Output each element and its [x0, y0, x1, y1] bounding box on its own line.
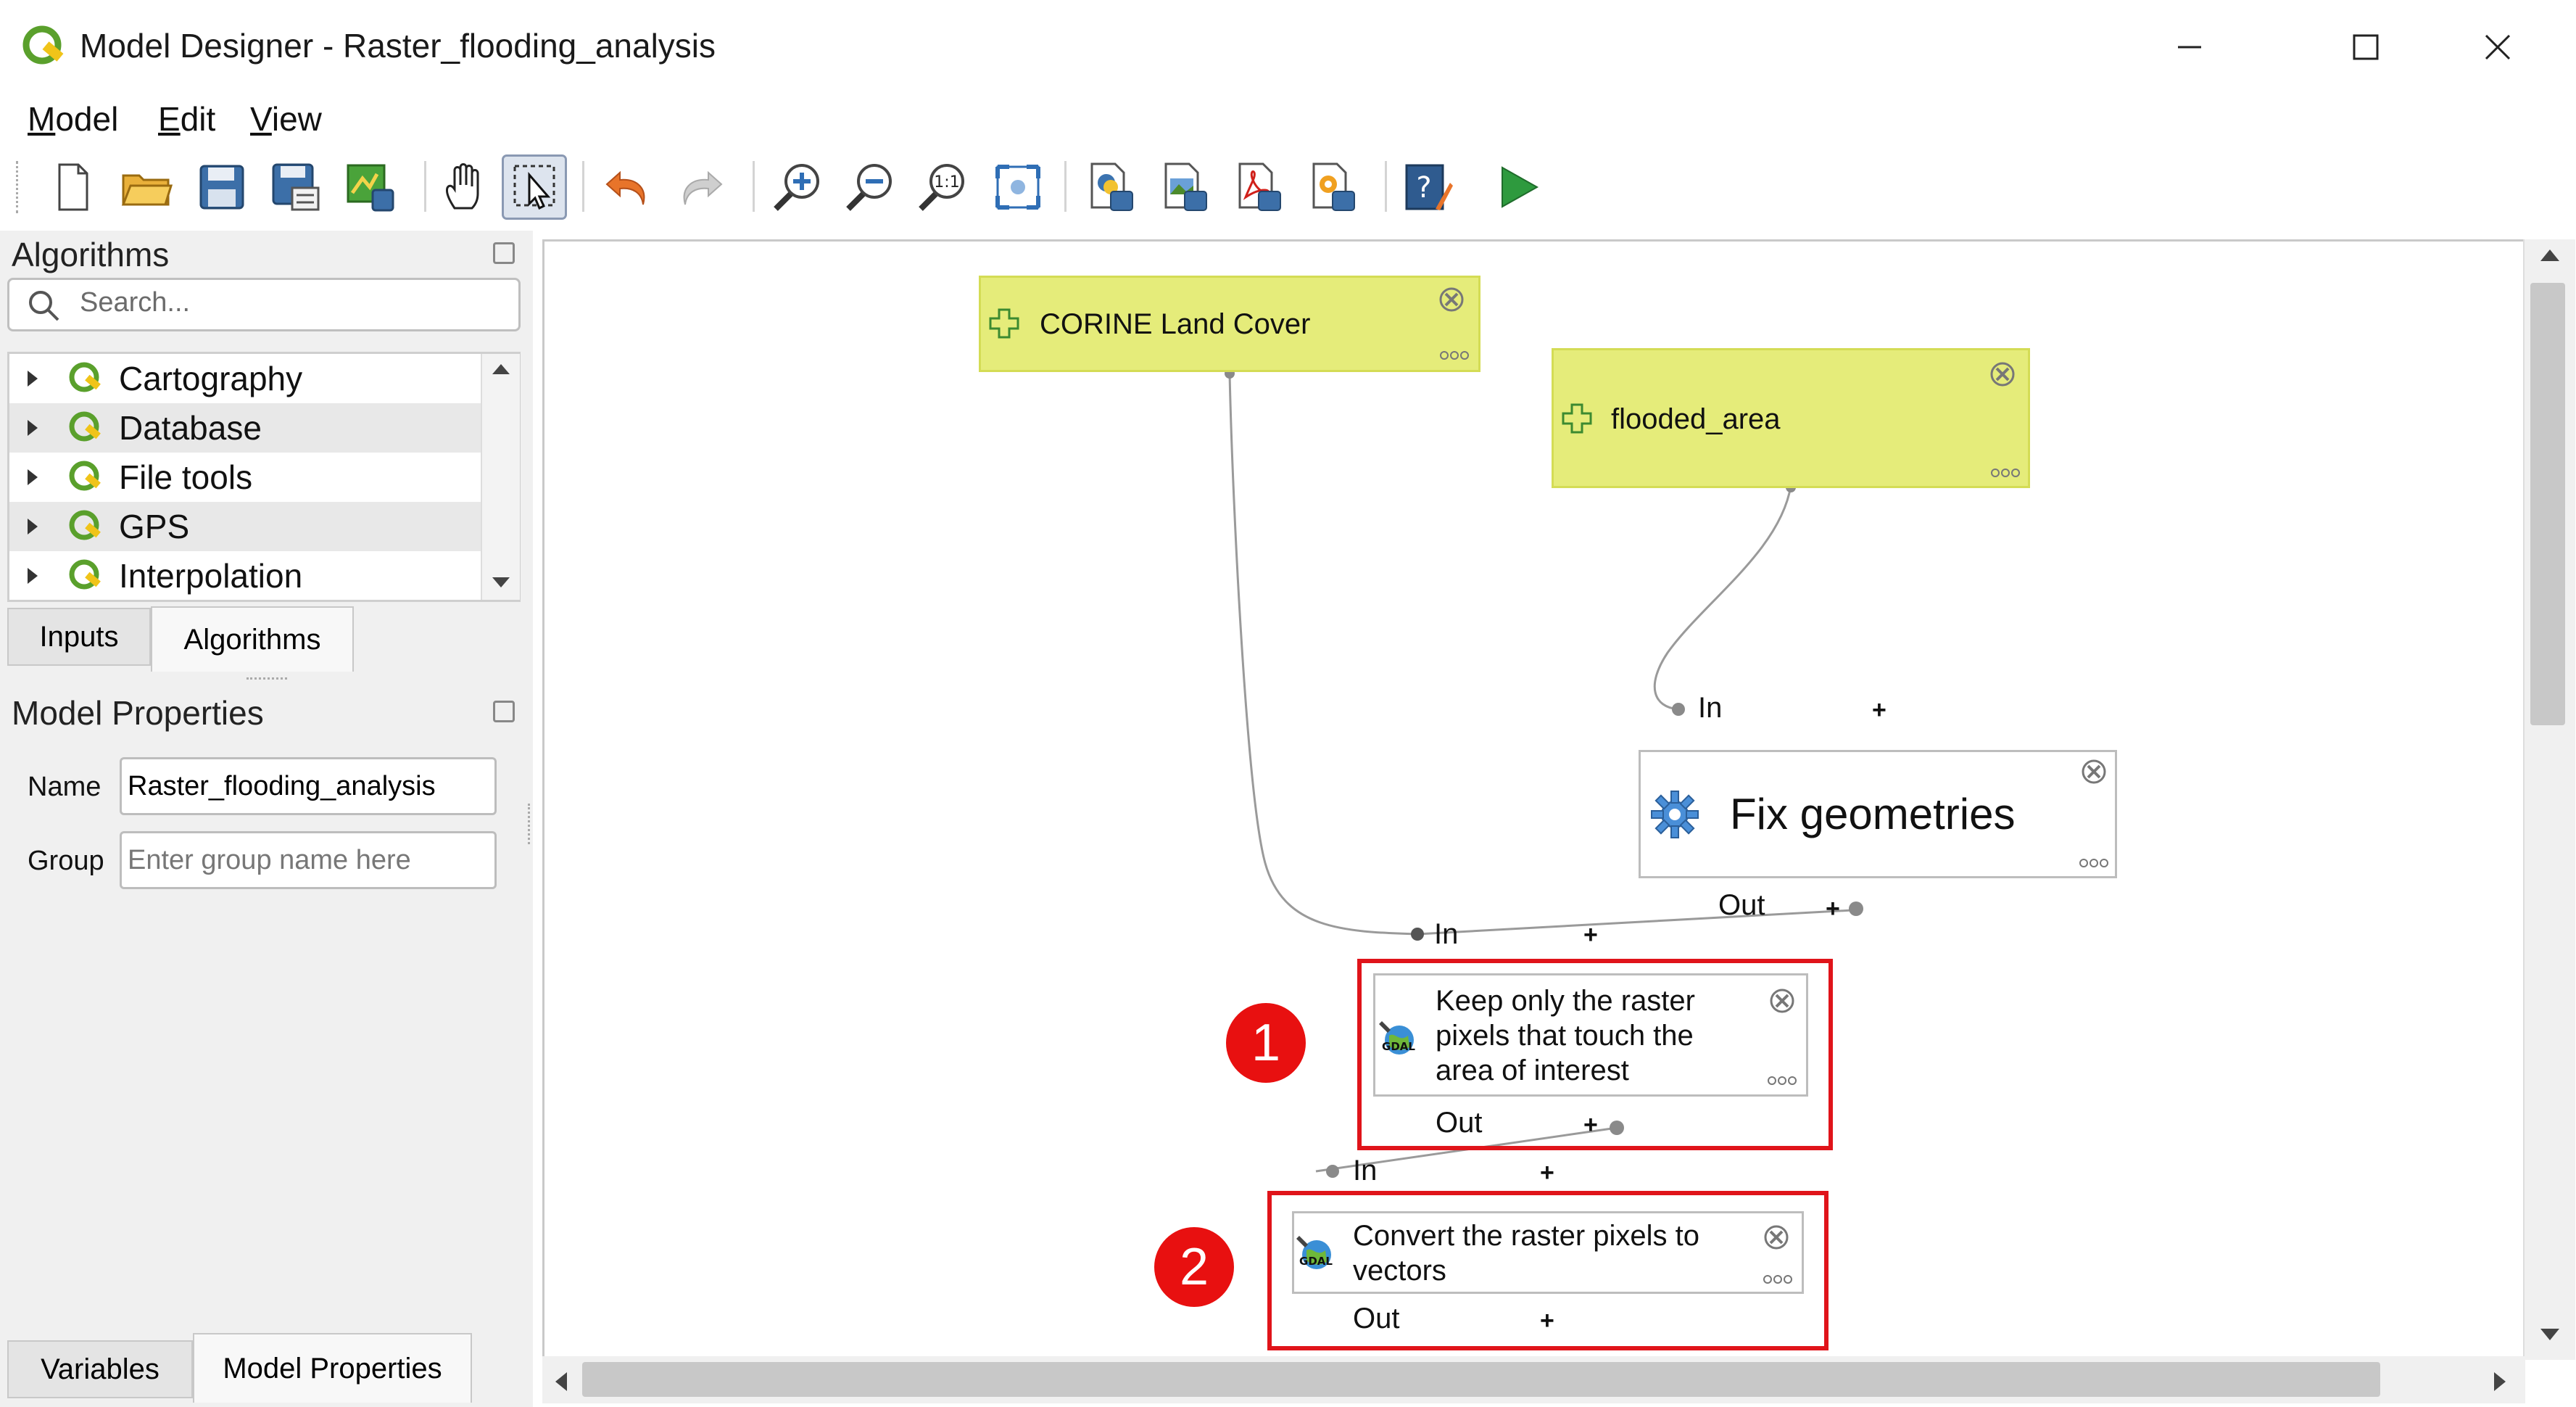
output-port-label: Out	[1718, 889, 1765, 921]
input-port-label: In	[1434, 918, 1459, 950]
step-badge-2: 2	[1154, 1227, 1234, 1307]
input-node-label: CORINE Land Cover	[1040, 308, 1311, 340]
input-node-label: flooded_area	[1611, 403, 1781, 435]
remove-node-icon[interactable]	[1437, 285, 1466, 314]
svg-text:GDAL: GDAL	[1299, 1255, 1333, 1268]
remove-node-icon[interactable]	[2079, 757, 2108, 786]
gdal-icon: GDAL	[1296, 1236, 1333, 1269]
input-port-label: In	[1353, 1155, 1378, 1187]
remove-node-icon[interactable]	[1988, 360, 2017, 389]
gdal-icon: GDAL	[1379, 1021, 1415, 1055]
remove-node-icon[interactable]	[1768, 986, 1797, 1015]
node-options-icon[interactable]	[2076, 856, 2111, 870]
node-options-icon[interactable]	[1760, 1272, 1795, 1287]
node-options-icon[interactable]	[1765, 1073, 1800, 1088]
add-port-plus[interactable]: +	[1540, 1307, 1554, 1335]
svg-text:GDAL: GDAL	[1382, 1040, 1415, 1053]
add-input-icon	[1562, 403, 1592, 434]
gear-icon	[1651, 791, 1699, 838]
output-port-label: Out	[1353, 1303, 1400, 1334]
add-port-plus[interactable]: +	[1583, 921, 1598, 949]
remove-node-icon[interactable]	[1762, 1223, 1791, 1252]
add-port-plus[interactable]: +	[1583, 1111, 1598, 1139]
output-port-label: Out	[1436, 1107, 1483, 1139]
add-input-icon	[989, 308, 1019, 339]
node-options-icon[interactable]	[1437, 348, 1472, 363]
algorithm-node-label: Convert the raster pixels to vectors	[1353, 1220, 1699, 1287]
input-port-label: In	[1698, 692, 1723, 724]
step-badge-1: 1	[1226, 1003, 1306, 1083]
algorithm-node-label: Fix geometries	[1730, 790, 2016, 838]
add-port-plus[interactable]: +	[1872, 696, 1887, 725]
algorithm-node-label: Keep only the raster pixels that touch t…	[1436, 985, 1695, 1086]
node-options-icon[interactable]	[1988, 466, 2023, 480]
add-port-plus[interactable]: +	[1826, 895, 1840, 923]
add-port-plus[interactable]: +	[1540, 1159, 1554, 1187]
